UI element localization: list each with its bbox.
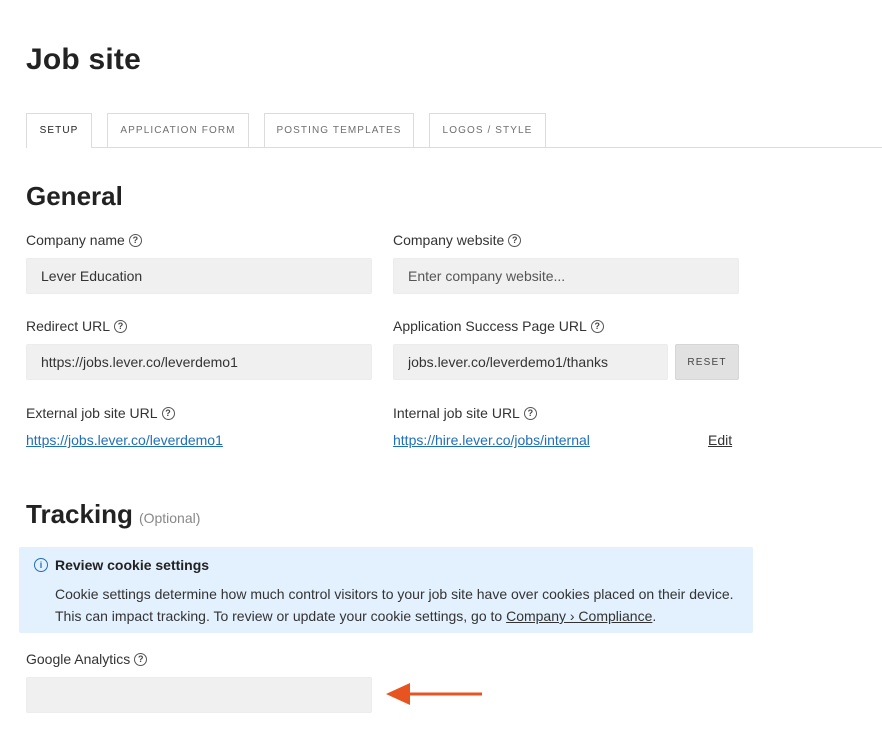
question-circle-icon[interactable]: ? [128, 233, 142, 247]
question-circle-icon[interactable]: ? [590, 319, 604, 333]
optional-hint: (Optional) [138, 510, 201, 526]
tab-logos-style[interactable]: LOGOS / STYLE [429, 113, 546, 148]
edit-internal-link[interactable]: Edit [708, 432, 732, 448]
tab-divider [26, 147, 882, 148]
internal-site-label-text: Internal job site URL [393, 405, 520, 421]
company-website-label-text: Company website [393, 232, 505, 248]
internal-site-label: Internal job site URL ? [393, 404, 537, 422]
success-page-url-input[interactable] [393, 344, 668, 380]
question-circle-icon[interactable]: ? [134, 652, 148, 666]
external-site-label: External job site URL ? [26, 404, 175, 422]
google-analytics-input[interactable] [26, 677, 372, 713]
success-page-url-label-text: Application Success Page URL [393, 318, 587, 334]
company-name-label: Company name ? [26, 231, 142, 249]
arrow-left-icon [386, 683, 482, 705]
tab-posting-templates[interactable]: POSTING TEMPLATES [264, 113, 414, 148]
tracking-heading-row: Tracking (Optional) [26, 497, 200, 531]
general-heading: General [26, 181, 123, 211]
question-circle-icon[interactable]: ? [161, 406, 175, 420]
question-circle-icon[interactable]: ? [508, 233, 522, 247]
reset-button[interactable]: RESET [675, 344, 739, 380]
info-circle-icon: i [34, 558, 48, 572]
tab-setup[interactable]: SETUP [26, 113, 92, 148]
company-website-label: Company website ? [393, 231, 522, 249]
tab-application-form[interactable]: APPLICATION FORM [107, 113, 249, 148]
page-title: Job site [26, 43, 141, 76]
internal-site-link[interactable]: https://hire.lever.co/jobs/internal [393, 432, 590, 448]
redirect-url-input[interactable] [26, 344, 372, 380]
redirect-url-label-text: Redirect URL [26, 318, 111, 334]
company-name-input[interactable] [26, 258, 372, 294]
google-analytics-label: Google Analytics ? [26, 650, 148, 668]
company-website-input[interactable] [393, 258, 739, 294]
redirect-url-label: Redirect URL ? [26, 317, 128, 335]
tracking-heading: Tracking [26, 499, 133, 529]
success-page-url-label: Application Success Page URL ? [393, 317, 604, 335]
question-circle-icon[interactable]: ? [114, 319, 128, 333]
active-tab-gap [27, 146, 91, 148]
external-site-label-text: External job site URL [26, 405, 158, 421]
banner-line-2: This can impact tracking. To review or u… [55, 607, 656, 625]
google-analytics-label-text: Google Analytics [26, 651, 131, 667]
question-circle-icon[interactable]: ? [523, 406, 537, 420]
banner-line-2-prefix: This can impact tracking. To review or u… [55, 608, 503, 624]
banner-line-1: Cookie settings determine how much contr… [55, 586, 734, 602]
banner-line-2-suffix: . [652, 608, 657, 624]
compliance-link[interactable]: Company › Compliance [506, 608, 652, 624]
banner-title: Review cookie settings [55, 557, 210, 573]
external-site-link[interactable]: https://jobs.lever.co/leverdemo1 [26, 432, 223, 448]
company-name-label-text: Company name [26, 232, 125, 248]
